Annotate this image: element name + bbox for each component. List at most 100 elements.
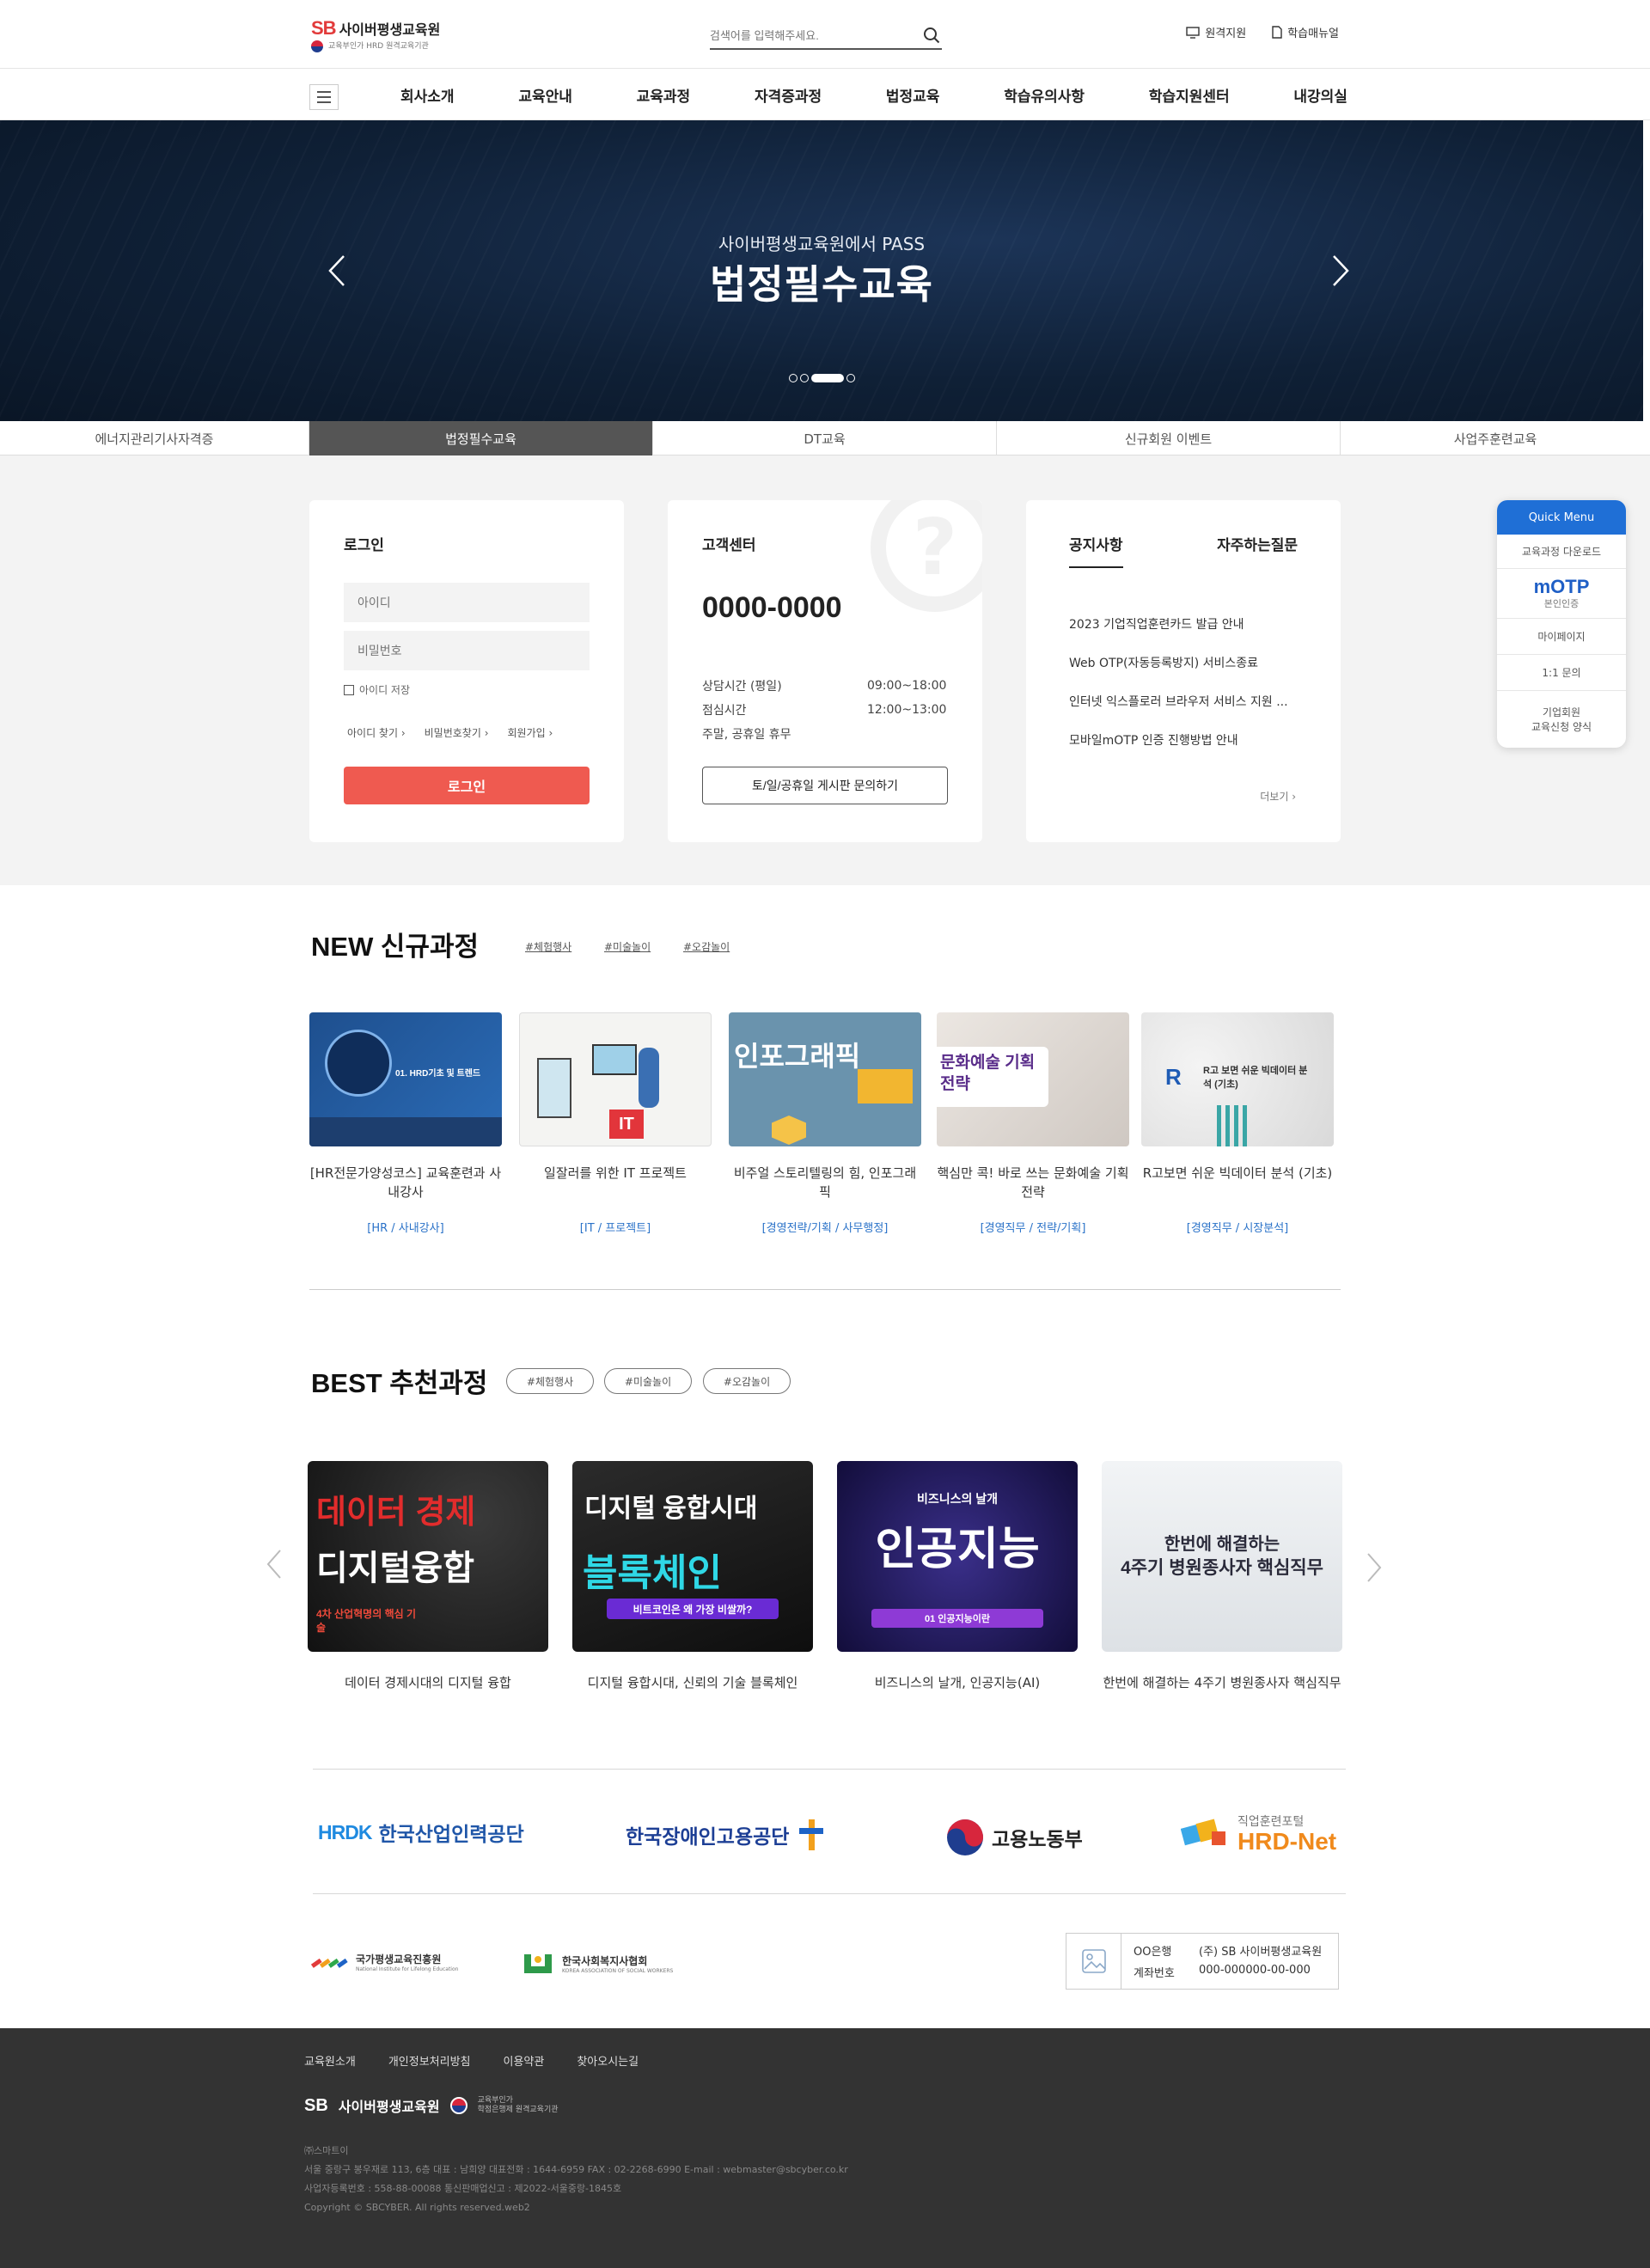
hero-prev-arrow-icon[interactable] [320, 249, 354, 292]
site-logo[interactable]: SB 사이버평생교육원 교육부인가 HRD 원격교육기관 [311, 17, 440, 55]
hero-dot-4[interactable] [846, 374, 855, 382]
weekend-inquiry-button[interactable]: 토/일/공휴일 게시판 문의하기 [702, 767, 948, 804]
footer-link-directions[interactable]: 찾아오시는길 [577, 2052, 639, 2069]
course-card[interactable]: 문화예술 기획전략 핵심만 콕! 바로 쓰는 문화예술 기획전략 [경영직무 /… [937, 1012, 1129, 1235]
best-prev-arrow-icon[interactable] [260, 1545, 289, 1583]
notice-item[interactable]: Web OTP(자동등록방지) 서비스종료 [1069, 654, 1310, 693]
notice-item[interactable]: 모바일mOTP 인증 진행방법 안내 [1069, 731, 1310, 770]
quick-motp[interactable]: mOTP 본인인증 [1497, 569, 1626, 619]
monitor-icon [1186, 26, 1201, 39]
remote-support-link[interactable]: 원격지원 [1186, 24, 1246, 40]
save-id-checkbox[interactable]: 아이디 저장 [344, 682, 410, 697]
manual-link[interactable]: 학습매뉴얼 [1272, 24, 1339, 40]
notice-item[interactable]: 2023 기업직업훈련카드 발급 안내 [1069, 615, 1310, 654]
find-password-link[interactable]: 비밀번호찾기 › [425, 725, 489, 740]
new-tag[interactable]: #미술놀이 [604, 939, 651, 954]
tab-notice[interactable]: 공지사항 [1069, 533, 1123, 568]
logo-subtitle-text: 교육부인가 HRD 원격교육기관 [328, 42, 429, 51]
course-thumbnail: 데이터 경제 디지털융합 4차 산업혁명의 핵심 기술 [308, 1461, 548, 1652]
tab-event[interactable]: 신규회원 이벤트 [997, 421, 1341, 455]
tab-legal[interactable]: 법정필수교육 [309, 421, 653, 455]
quick-download[interactable]: 교육과정 다운로드 [1497, 535, 1626, 569]
course-category[interactable]: [경영전략/기획 / 사무행정] [729, 1219, 921, 1235]
search-icon[interactable] [923, 27, 940, 44]
more-label: 더보기 [1260, 791, 1289, 803]
moel-logo[interactable]: 고용노동부 [945, 1818, 1083, 1857]
tab-faq[interactable]: 자주하는질문 [1217, 533, 1298, 568]
course-card[interactable]: R R고 보면 쉬운 빅데이터 분석 (기초) R고보면 쉬운 빅데이터 분석 … [1141, 1012, 1334, 1235]
nav-item-notes[interactable]: 학습유의사항 [1004, 84, 1085, 106]
top-links: 원격지원 학습매뉴얼 [1186, 24, 1339, 40]
logo-subtitle: 교육부인가 HRD 원격교육기관 [311, 40, 429, 52]
notice-item[interactable]: 인터넷 익스플로러 브라우저 서비스 지원 ... [1069, 693, 1310, 731]
hrd-net-logo[interactable]: 직업훈련포털 HRD-Net [1181, 1811, 1337, 1855]
course-card[interactable]: 인포그래픽 비주얼 스토리텔링의 힘, 인포그래픽 [경영전략/기획 / 사무행… [729, 1012, 921, 1235]
best-course-card[interactable]: 한번에 해결하는 4주기 병원종사자 핵심직무 한번에 해결하는 4주기 병원종… [1102, 1461, 1342, 1693]
footer-link-about[interactable]: 교육원소개 [304, 2052, 356, 2069]
course-category[interactable]: [HR / 사내강사] [309, 1219, 502, 1235]
best-course-card[interactable]: 디지털 융합시대 블록체인 비트코인은 왜 가장 비쌀까? 디지털 융합시대, … [572, 1461, 813, 1693]
all-menu-button[interactable] [309, 84, 339, 110]
best-course-card[interactable]: 데이터 경제 디지털융합 4차 산업혁명의 핵심 기술 데이터 경제시대의 디지… [308, 1461, 548, 1693]
best-tag[interactable]: #오감놀이 [703, 1368, 791, 1394]
search-input[interactable] [710, 24, 908, 46]
course-name: R고보면 쉬운 빅데이터 분석 (기초) [1142, 1165, 1333, 1181]
kasw-logo[interactable]: 한국사회복지사협회 KOREA ASSOCIATION OF SOCIAL WO… [521, 1951, 673, 1977]
nav-item-certificate[interactable]: 자격증과정 [755, 84, 822, 106]
quick-mypage[interactable]: 마이페이지 [1497, 619, 1626, 655]
thumb-line1: 한번에 해결하는 [1164, 1535, 1280, 1554]
course-category[interactable]: [IT / 프로젝트] [519, 1219, 712, 1235]
password-input[interactable] [344, 631, 590, 670]
course-thumbnail: 디지털 융합시대 블록체인 비트코인은 왜 가장 비쌀까? [572, 1461, 813, 1652]
best-next-arrow-icon[interactable] [1360, 1549, 1389, 1586]
quick-corporate-form[interactable]: 기업회원 교육신청 양식 [1497, 691, 1626, 748]
nav-item-guide[interactable]: 교육안내 [518, 84, 572, 106]
bank-name: OO은행 [1134, 1946, 1172, 1959]
course-category[interactable]: [경영직무 / 전략/기획] [937, 1219, 1129, 1235]
tab-energy[interactable]: 에너지관리기사자격증 [0, 421, 309, 455]
hero-dot-1[interactable] [789, 374, 798, 382]
nav-item-company[interactable]: 회사소개 [400, 84, 455, 106]
tab-employer[interactable]: 사업주훈련교육 [1341, 421, 1650, 455]
login-button[interactable]: 로그인 [344, 767, 590, 804]
hrdk-logo[interactable]: HRDK 한국산업인력공단 [318, 1818, 524, 1847]
hours-row: 주말, 공휴일 휴무 [702, 722, 951, 746]
best-course-card[interactable]: 비즈니스의 날개 인공지능 01 인공지능이란 비즈니스의 날개, 인공지능(A… [837, 1461, 1078, 1693]
nav-item-legal[interactable]: 법정교육 [886, 84, 940, 106]
course-thumbnail: R R고 보면 쉬운 빅데이터 분석 (기초) [1141, 1012, 1334, 1146]
customer-center-title: 고객센터 [702, 537, 756, 554]
nav-item-courses[interactable]: 교육과정 [637, 84, 691, 106]
join-link[interactable]: 회원가입 › [508, 725, 553, 740]
thumb-line1: 비즈니스의 날개 [916, 1492, 999, 1506]
quick-inquiry[interactable]: 1:1 문의 [1497, 655, 1626, 691]
logo-sb: SB [311, 17, 337, 39]
hero-dot-3[interactable] [811, 374, 844, 382]
kasw-emblem-icon [524, 1954, 552, 1973]
best-tag[interactable]: #미술놀이 [604, 1368, 692, 1394]
id-input[interactable] [344, 583, 590, 622]
hero-next-arrow-icon[interactable] [1323, 249, 1358, 292]
bank-account-label: 계좌번호 [1134, 1967, 1175, 1980]
kead-logo[interactable]: 한국장애인고용공단 [626, 1818, 827, 1852]
moel-name: 고용노동부 [992, 1828, 1083, 1850]
notice-more-link[interactable]: 더보기 › [1260, 789, 1296, 804]
nav-item-myclass[interactable]: 내강의실 [1293, 84, 1348, 106]
footer-link-privacy[interactable]: 개인정보처리방침 [388, 2052, 471, 2069]
course-thumbnail: 인포그래픽 [729, 1012, 921, 1146]
course-category[interactable]: [경영직무 / 시장분석] [1141, 1219, 1334, 1235]
hrd-net-name: HRD-Net [1238, 1828, 1337, 1855]
course-thumbnail: IT [519, 1012, 712, 1146]
footer-logo-sub1: 교육부인가 [477, 2096, 513, 2105]
footer-link-terms[interactable]: 이용약관 [504, 2052, 545, 2069]
new-tag[interactable]: #체험행사 [525, 939, 571, 954]
tab-dt[interactable]: DT교육 [653, 421, 997, 455]
hero-dot-2[interactable] [800, 374, 809, 382]
course-card[interactable]: 01. HRD기초 및 트렌드 [HR전문가양성코스] 교육훈련과 사내강사 [… [309, 1012, 502, 1235]
find-id-link[interactable]: 아이디 찾기 › [347, 725, 406, 740]
best-tag[interactable]: #체험행사 [506, 1368, 594, 1394]
new-tag[interactable]: #오감놀이 [683, 939, 730, 954]
nav-item-support[interactable]: 학습지원센터 [1149, 84, 1230, 106]
course-card[interactable]: IT 일잘러를 위한 IT 프로젝트 [IT / 프로젝트] [519, 1012, 712, 1235]
nile-logo[interactable]: 국가평생교육진흥원 National Institute for Lifelon… [309, 1951, 458, 1973]
thumb-line2: 디지털융합 [316, 1550, 474, 1587]
